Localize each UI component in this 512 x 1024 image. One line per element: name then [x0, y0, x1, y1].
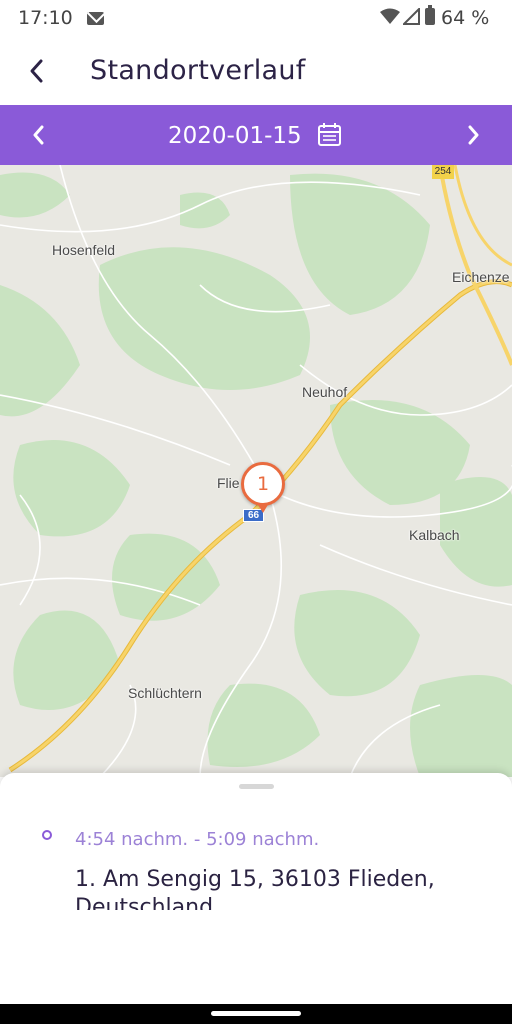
map-label-eichenzell: Eichenze	[452, 269, 510, 285]
signal-icon	[403, 8, 420, 25]
battery-percentage: 64 %	[441, 7, 490, 29]
road-shield-254: 254	[432, 165, 454, 179]
navigation-bar	[0, 1004, 512, 1024]
bottom-sheet[interactable]: 4:54 nachm. - 5:09 nachm. 1. Am Sengig 1…	[0, 773, 512, 1009]
map-label-hosenfeld: Hosenfeld	[52, 242, 116, 258]
previous-day-button[interactable]	[20, 117, 56, 153]
calendar-icon[interactable]	[317, 122, 342, 147]
visit-time-range: 4:54 nachm. - 5:09 nachm.	[75, 829, 320, 850]
visit-address: 1. Am Sengig 15, 36103 Flieden, Deutschl…	[75, 867, 435, 910]
next-day-button[interactable]	[456, 117, 492, 153]
chevron-left-icon	[33, 125, 44, 145]
map-view[interactable]: 254 Hosenfeld Eichenze Neuhof Flie Kalba…	[0, 165, 512, 777]
chevron-left-icon	[30, 59, 43, 83]
location-marker[interactable]: 1	[241, 462, 285, 506]
map-label-schluechtern: Schlüchtern	[128, 685, 202, 701]
marker-number: 1	[256, 473, 270, 495]
map-label-kalbach: Kalbach	[409, 527, 460, 543]
timeline-dot-icon	[42, 830, 52, 840]
app-bar: Standortverlauf	[0, 38, 512, 105]
map-label-flieden: Flie	[217, 475, 240, 491]
selected-date[interactable]: 2020-01-15	[168, 123, 302, 149]
battery-icon	[425, 5, 435, 25]
home-gesture-handle[interactable]	[211, 1011, 301, 1016]
marker-pointer	[257, 503, 269, 513]
status-bar: 17:10 64 %	[0, 0, 512, 38]
mail-icon	[87, 12, 104, 25]
map-label-neuhof: Neuhof	[302, 384, 348, 400]
wifi-icon	[380, 8, 400, 24]
page-title: Standortverlauf	[90, 55, 306, 86]
status-time: 17:10	[18, 7, 73, 29]
back-button[interactable]	[20, 54, 52, 88]
chevron-right-icon	[468, 125, 479, 145]
date-bar: 2020-01-15	[0, 105, 512, 165]
sheet-drag-handle[interactable]	[239, 784, 274, 789]
